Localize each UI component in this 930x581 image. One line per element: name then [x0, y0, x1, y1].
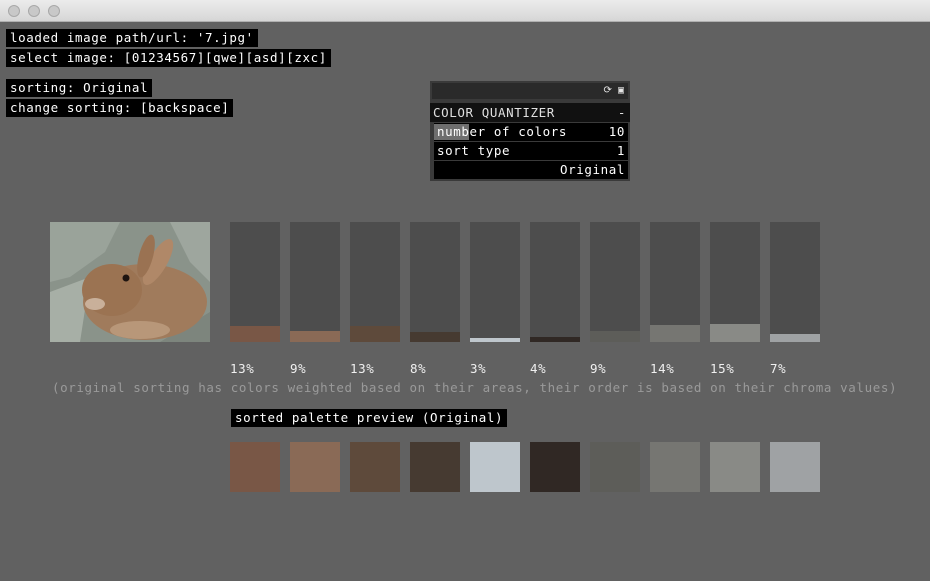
- color-bar: [650, 222, 700, 342]
- number-of-colors-slider[interactable]: number of colors 10: [434, 123, 628, 141]
- palette-swatch: [290, 442, 340, 492]
- color-bar: [590, 222, 640, 342]
- palette-swatch: [770, 442, 820, 492]
- palette-swatch: [410, 442, 460, 492]
- palette-preview-label: sorted palette preview (Original): [231, 409, 508, 427]
- color-bar: [530, 222, 580, 342]
- color-bar-fill: [350, 326, 400, 342]
- palette-swatch: [590, 442, 640, 492]
- palette-swatch: [470, 442, 520, 492]
- color-percentage: 13%: [350, 361, 375, 376]
- change-sorting-label: change sorting: [backspace]: [6, 99, 234, 117]
- zoom-window-button[interactable]: [48, 5, 60, 17]
- palette-swatch: [710, 442, 760, 492]
- color-bar: [470, 222, 520, 342]
- panel-header[interactable]: ⟳ ▣: [432, 83, 628, 99]
- window-titlebar: [0, 0, 930, 22]
- sort-type-field[interactable]: sort type 1: [434, 142, 628, 160]
- color-percentage: 14%: [650, 361, 675, 376]
- collapse-button[interactable]: -: [618, 103, 626, 122]
- color-percentage: 7%: [770, 361, 787, 376]
- sort-name-display: Original: [434, 161, 628, 179]
- color-percentage: 13%: [230, 361, 255, 376]
- rabbit-photo: [50, 222, 210, 342]
- sort-name-value: Original: [559, 162, 625, 177]
- color-percentage: 15%: [710, 361, 735, 376]
- refresh-icon[interactable]: ⟳: [604, 85, 612, 96]
- close-window-button[interactable]: [8, 5, 20, 17]
- color-bar-fill: [650, 325, 700, 342]
- color-percentage: 8%: [410, 361, 427, 376]
- number-of-colors-value: 10: [608, 124, 625, 139]
- palette-swatch: [350, 442, 400, 492]
- color-bar-fill: [590, 331, 640, 342]
- number-of-colors-label: number of colors: [437, 124, 568, 139]
- panel-title: COLOR QUANTIZER: [433, 105, 555, 120]
- color-bar: [290, 222, 340, 342]
- sort-type-label: sort type: [437, 143, 511, 158]
- color-bar-fill: [470, 338, 520, 342]
- color-bar-fill: [710, 324, 760, 342]
- color-quantizer-panel: ⟳ ▣ COLOR QUANTIZER - number of colors 1…: [430, 81, 630, 181]
- select-image-label: select image: [01234567][qwe][asd][zxc]: [6, 49, 331, 67]
- loaded-image-label: loaded image path/url: '7.jpg': [6, 29, 258, 47]
- color-bar: [710, 222, 760, 342]
- color-bar-fill: [290, 331, 340, 342]
- save-icon[interactable]: ▣: [618, 85, 624, 96]
- sorting-note: (original sorting has colors weighted ba…: [52, 380, 898, 395]
- color-bar: [350, 222, 400, 342]
- sorting-label: sorting: Original: [6, 79, 153, 97]
- color-percentage: 9%: [290, 361, 307, 376]
- color-percentage: 4%: [530, 361, 547, 376]
- color-percentage: 3%: [470, 361, 487, 376]
- color-bar-fill: [530, 337, 580, 342]
- palette-swatch: [530, 442, 580, 492]
- color-bar-fill: [410, 332, 460, 342]
- color-percentage: 9%: [590, 361, 607, 376]
- color-bar-fill: [230, 326, 280, 342]
- color-bar: [230, 222, 280, 342]
- palette-swatch: [230, 442, 280, 492]
- color-bar: [770, 222, 820, 342]
- panel-title-bar[interactable]: COLOR QUANTIZER -: [430, 103, 630, 122]
- color-bar-fill: [770, 334, 820, 342]
- color-bar: [410, 222, 460, 342]
- palette-swatch: [650, 442, 700, 492]
- sort-type-value: 1: [616, 143, 625, 158]
- minimize-window-button[interactable]: [28, 5, 40, 17]
